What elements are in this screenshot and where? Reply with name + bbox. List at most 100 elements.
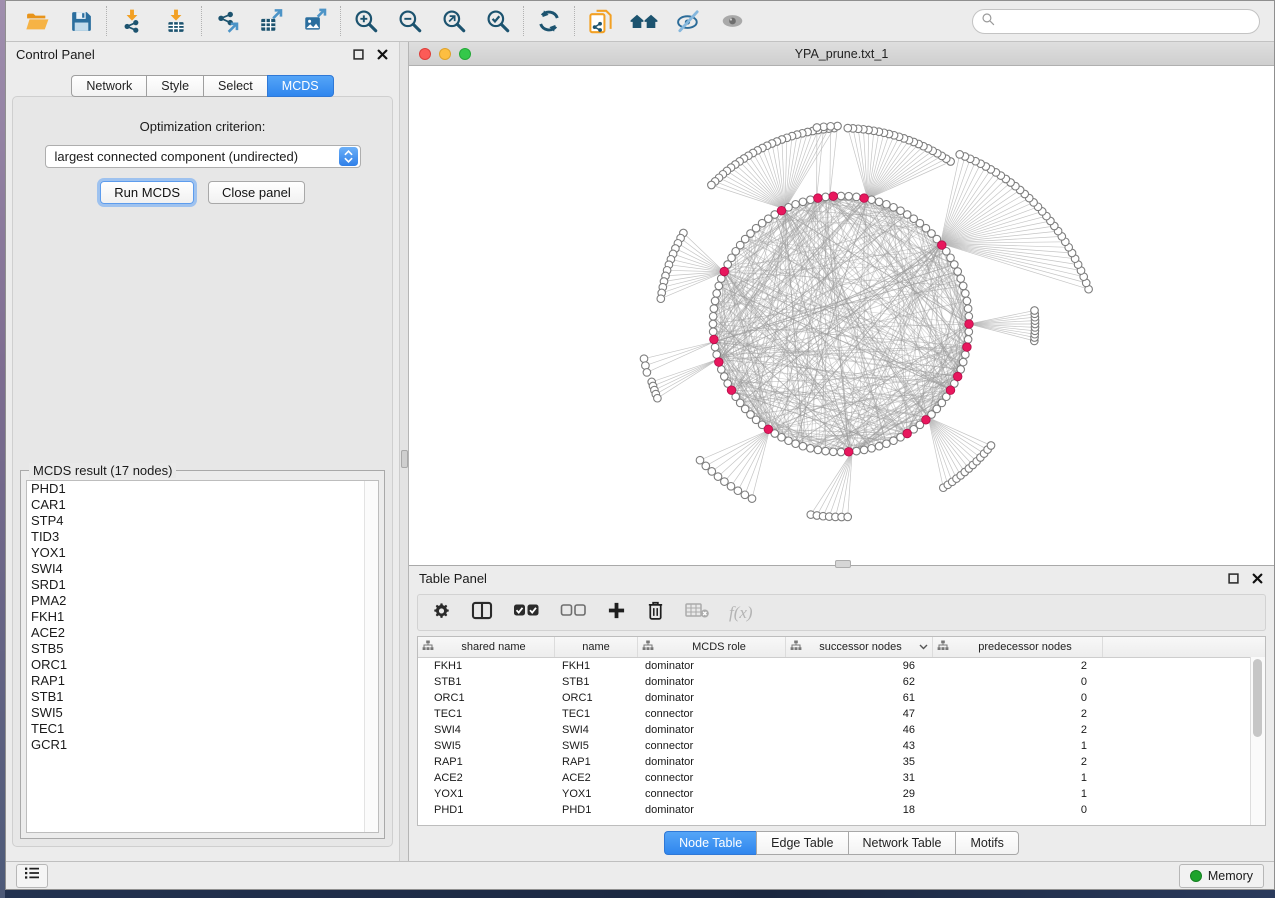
mcds-result-item[interactable]: PHD1 (27, 481, 378, 497)
mcds-result-item[interactable]: TID3 (27, 529, 378, 545)
cell-predecessor-nodes[interactable]: 1 (933, 788, 1103, 800)
run-mcds-button[interactable]: Run MCDS (100, 181, 194, 204)
cell-name[interactable]: PHD1 (555, 804, 638, 816)
zoom-in-button[interactable] (351, 6, 381, 36)
cell-mcds-role[interactable]: connector (638, 772, 786, 784)
export-table-button[interactable] (256, 6, 286, 36)
cell-shared-name[interactable]: STB1 (418, 676, 555, 688)
cell-mcds-role[interactable]: dominator (638, 692, 786, 704)
save-session-button[interactable] (66, 6, 96, 36)
cell-mcds-role[interactable]: dominator (638, 724, 786, 736)
mcds-result-item[interactable]: TEC1 (27, 721, 378, 737)
mcds-result-list[interactable]: PHD1CAR1STP4TID3YOX1SWI4SRD1PMA2FKH1ACE2… (26, 480, 379, 833)
cell-successor-nodes[interactable]: 18 (786, 804, 933, 816)
cell-successor-nodes[interactable]: 96 (786, 660, 933, 672)
cell-predecessor-nodes[interactable]: 2 (933, 756, 1103, 768)
cell-shared-name[interactable]: ORC1 (418, 692, 555, 704)
table-row[interactable]: FKH1FKH1dominator962 (418, 658, 1265, 674)
column-header-predecessor-nodes[interactable]: predecessor nodes (933, 637, 1103, 657)
close-panel-button[interactable] (375, 47, 389, 61)
cell-predecessor-nodes[interactable]: 0 (933, 692, 1103, 704)
mcds-result-item[interactable]: SWI5 (27, 705, 378, 721)
cell-shared-name[interactable]: ACE2 (418, 772, 555, 784)
cell-successor-nodes[interactable]: 31 (786, 772, 933, 784)
cell-name[interactable]: RAP1 (555, 756, 638, 768)
close-panel-button-secondary[interactable]: Close panel (208, 181, 305, 204)
cell-name[interactable]: YOX1 (555, 788, 638, 800)
cell-predecessor-nodes[interactable]: 0 (933, 676, 1103, 688)
cell-mcds-role[interactable]: connector (638, 788, 786, 800)
delete-columns-button[interactable] (646, 600, 665, 626)
cell-name[interactable]: ORC1 (555, 692, 638, 704)
cell-shared-name[interactable]: YOX1 (418, 788, 555, 800)
cell-successor-nodes[interactable]: 62 (786, 676, 933, 688)
mcds-result-item[interactable]: PMA2 (27, 593, 378, 609)
show-all-button[interactable] (717, 6, 747, 36)
cell-shared-name[interactable]: FKH1 (418, 660, 555, 672)
cell-name[interactable]: ACE2 (555, 772, 638, 784)
vertical-splitter[interactable] (399, 42, 409, 861)
zoom-selected-button[interactable] (483, 6, 513, 36)
cell-mcds-role[interactable]: dominator (638, 804, 786, 816)
cell-mcds-role[interactable]: dominator (638, 676, 786, 688)
cell-shared-name[interactable]: TEC1 (418, 708, 555, 720)
close-table-panel-button[interactable] (1250, 571, 1264, 585)
cell-shared-name[interactable]: RAP1 (418, 756, 555, 768)
maximize-window-button[interactable] (459, 48, 471, 60)
cell-successor-nodes[interactable]: 47 (786, 708, 933, 720)
cell-mcds-role[interactable]: connector (638, 740, 786, 752)
tab-network[interactable]: Network (71, 75, 146, 97)
cell-predecessor-nodes[interactable]: 1 (933, 740, 1103, 752)
float-table-panel-button[interactable] (1226, 571, 1240, 585)
minimize-window-button[interactable] (439, 48, 451, 60)
mcds-result-item[interactable]: GCR1 (27, 737, 378, 753)
float-panel-button[interactable] (351, 47, 365, 61)
tab-motifs[interactable]: Motifs (955, 831, 1018, 855)
cell-mcds-role[interactable]: dominator (638, 660, 786, 672)
mcds-result-item[interactable]: YOX1 (27, 545, 378, 561)
cell-mcds-role[interactable]: connector (638, 708, 786, 720)
column-header-name[interactable]: name (555, 637, 638, 657)
table-row[interactable]: RAP1RAP1dominator352 (418, 754, 1265, 770)
open-file-button[interactable] (22, 6, 52, 36)
splitter-grip[interactable] (401, 450, 408, 468)
cell-shared-name[interactable]: SWI5 (418, 740, 555, 752)
table-row[interactable]: SWI4SWI4dominator462 (418, 722, 1265, 738)
mcds-result-item[interactable]: SRD1 (27, 577, 378, 593)
task-history-button[interactable] (16, 864, 48, 888)
mcds-result-item[interactable]: STP4 (27, 513, 378, 529)
mcds-result-item[interactable]: SWI4 (27, 561, 378, 577)
mcds-list-scrollbar[interactable] (364, 481, 378, 832)
show-columns-button[interactable] (471, 600, 493, 626)
network-titlebar[interactable]: YPA_prune.txt_1 (409, 42, 1274, 66)
cell-shared-name[interactable]: PHD1 (418, 804, 555, 816)
export-image-button[interactable] (300, 6, 330, 36)
mcds-result-item[interactable]: ORC1 (27, 657, 378, 673)
cell-shared-name[interactable]: SWI4 (418, 724, 555, 736)
mcds-result-item[interactable]: FKH1 (27, 609, 378, 625)
tab-mcds[interactable]: MCDS (267, 75, 334, 97)
tab-node-table[interactable]: Node Table (664, 831, 756, 855)
table-row[interactable]: YOX1YOX1connector291 (418, 786, 1265, 802)
cell-predecessor-nodes[interactable]: 0 (933, 804, 1103, 816)
deselect-all-button[interactable] (560, 600, 587, 626)
cell-predecessor-nodes[interactable]: 2 (933, 724, 1103, 736)
table-row[interactable]: PHD1PHD1dominator180 (418, 802, 1265, 818)
column-header-shared-name[interactable]: shared name (418, 637, 555, 657)
table-scrollbar-thumb[interactable] (1253, 659, 1262, 737)
select-all-button[interactable] (513, 600, 540, 626)
apply-layout-button[interactable] (534, 6, 564, 36)
cell-mcds-role[interactable]: dominator (638, 756, 786, 768)
hide-selected-button[interactable] (673, 6, 703, 36)
cell-successor-nodes[interactable]: 46 (786, 724, 933, 736)
import-table-button[interactable] (161, 6, 191, 36)
criterion-dropdown[interactable]: largest connected component (undirected) (45, 145, 361, 168)
mcds-result-item[interactable]: STB1 (27, 689, 378, 705)
cell-successor-nodes[interactable]: 43 (786, 740, 933, 752)
memory-button[interactable]: Memory (1179, 864, 1264, 888)
zoom-out-button[interactable] (395, 6, 425, 36)
cell-name[interactable]: SWI5 (555, 740, 638, 752)
table-row[interactable]: SWI5SWI5connector431 (418, 738, 1265, 754)
horizontal-splitter-grip[interactable] (835, 560, 851, 568)
zoom-fit-button[interactable] (439, 6, 469, 36)
